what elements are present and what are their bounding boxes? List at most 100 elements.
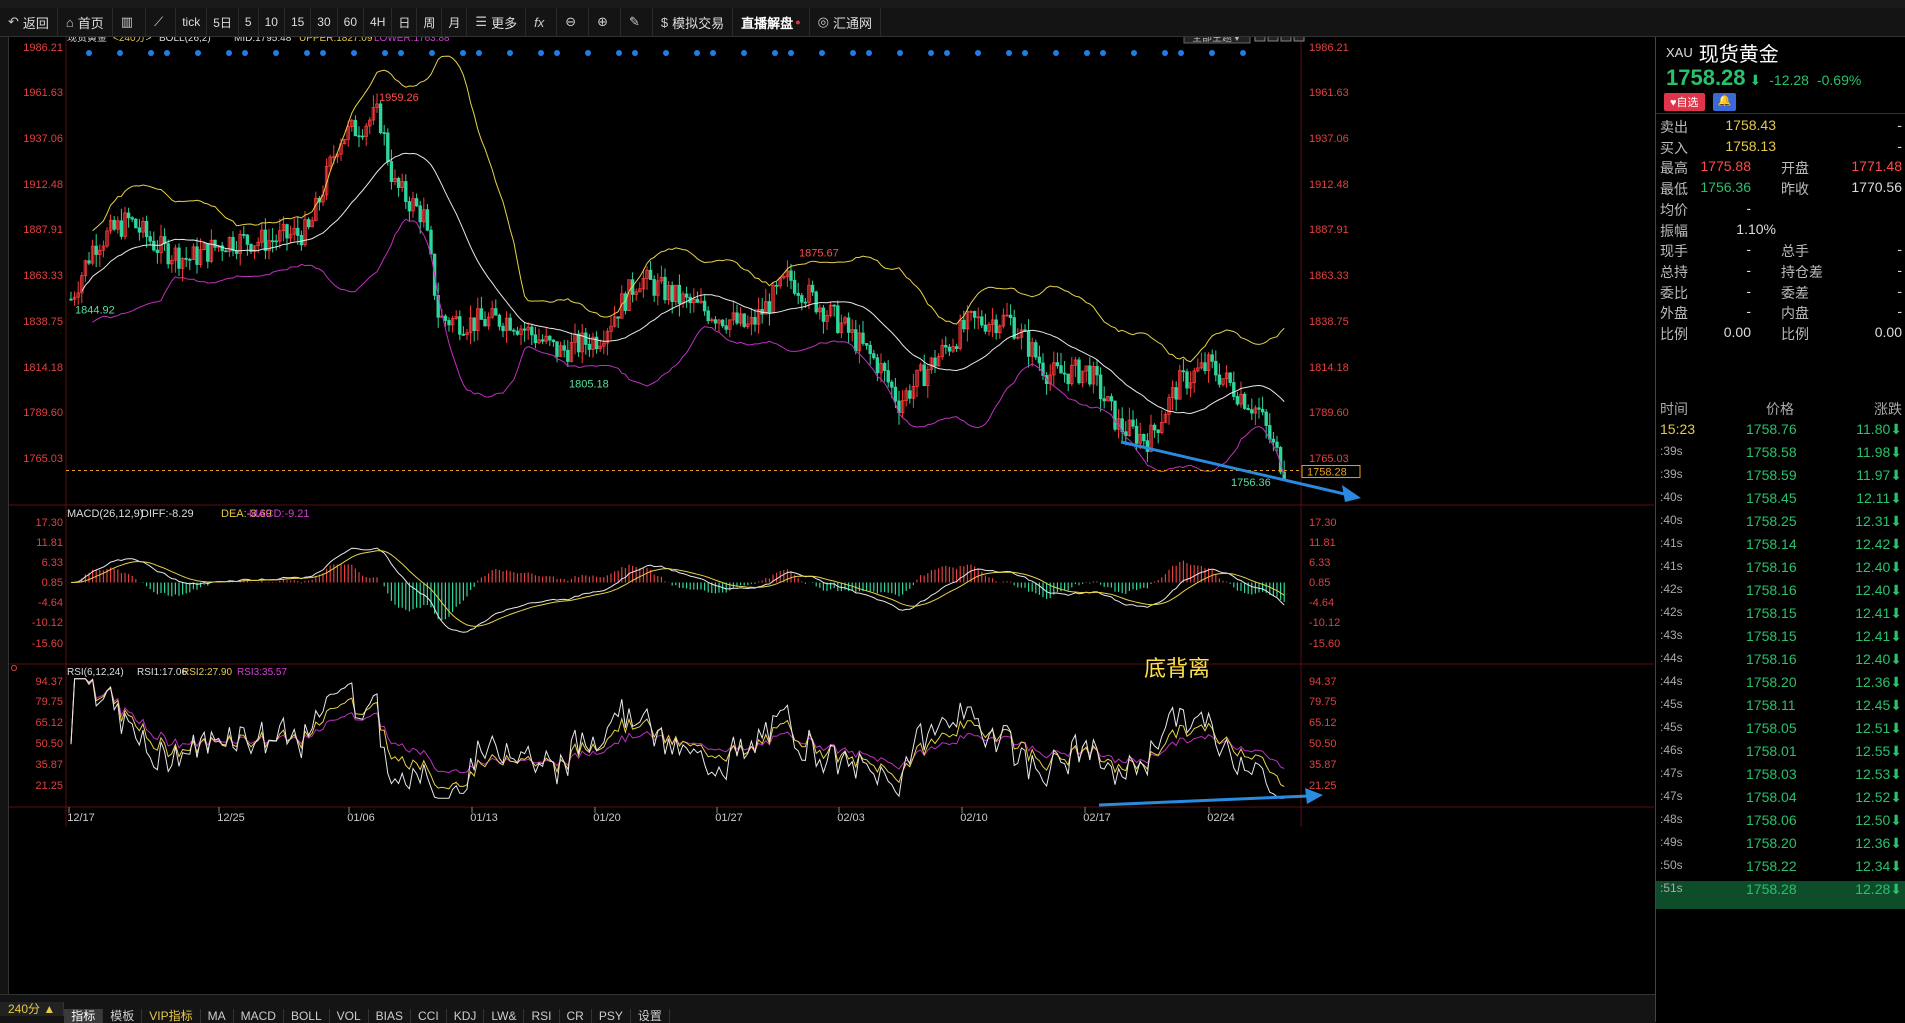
tick-price: 1758.05 (1746, 720, 1797, 736)
price-change-pct: -0.69% (1816, 72, 1862, 88)
period-10[interactable]: 10 (259, 8, 285, 36)
indicator-tab[interactable]: VOL (330, 1009, 369, 1023)
tick-change: 12.36⬇ (1855, 674, 1902, 690)
period-5day[interactable]: 5日 (207, 8, 239, 36)
sim-trade-button[interactable]: $ 模拟交易 (653, 8, 734, 36)
candle-body (803, 301, 808, 304)
candle-body (540, 339, 545, 342)
indicator-tab[interactable]: MACD (234, 1009, 284, 1023)
rsi-header: RSI2:27.90 (182, 667, 232, 678)
quote-cell: - (1746, 303, 1751, 320)
signal-dot (242, 50, 248, 56)
candle-body (245, 234, 250, 245)
formula-button[interactable]: fx (526, 8, 558, 36)
candle-body (134, 218, 138, 229)
tick-time: :40s (1660, 490, 1683, 504)
indicator-tab[interactable]: 设置 (631, 1009, 670, 1023)
candle-body (584, 332, 588, 345)
price-tick-left: 1838.75 (23, 316, 63, 328)
indicator-tab[interactable]: 指标 (64, 1009, 104, 1023)
period-30[interactable]: 30 (311, 8, 338, 36)
candle-body (353, 119, 358, 137)
fx678-button[interactable]: ◎ 汇通网 (810, 8, 881, 36)
candle-body (1134, 425, 1139, 444)
candle-body (386, 132, 390, 162)
candle-body (742, 313, 746, 327)
indicator-tab[interactable]: CR (560, 1009, 592, 1023)
indicator-tab[interactable]: BOLL (284, 1009, 330, 1023)
indicator-tab[interactable]: KDJ (447, 1009, 485, 1023)
signal-dot (164, 50, 170, 56)
tick-change: 12.36⬇ (1855, 835, 1902, 851)
panel-marker (11, 665, 17, 671)
candle-body (713, 319, 718, 324)
chart-toolbar: ↶ 返回 ⌂ 首页 ▥ ⟋ tick 5日 5 10 15 30 60 4H 日 周… (0, 8, 1905, 37)
tick-price: 1758.16 (1746, 651, 1797, 667)
candle-body (893, 386, 898, 402)
signal-dot (944, 50, 950, 56)
indicator-tab[interactable]: VIP指标 (142, 1009, 201, 1023)
zoom-in-button[interactable]: ⊕ (589, 8, 622, 36)
quote-cell: 委差 (1781, 284, 1809, 301)
chart-area[interactable]: 1986.21 1986.21 1961.63 1961.63 1937.06 1937.… (9, 30, 1654, 994)
line-type-button[interactable]: ⟋ (146, 8, 177, 36)
period-4h[interactable]: 4H (364, 8, 393, 36)
back-button[interactable]: ↶ 返回 (0, 8, 58, 36)
candle-body (1026, 330, 1031, 357)
indicator-tab[interactable]: 模板 (103, 1009, 143, 1023)
layout-icon (1254, 30, 1266, 42)
indicator-tab[interactable]: LW& (484, 1009, 525, 1023)
quote-cell: - (1897, 241, 1902, 258)
signal-dot (117, 50, 123, 56)
draw-button[interactable]: ✎ (621, 8, 653, 36)
tick-row[interactable]: :51s 1758.28 12.28⬇ (1656, 881, 1905, 909)
zoom-out-button[interactable]: ⊖ (557, 8, 590, 36)
home-button[interactable]: ⌂ 首页 (58, 8, 113, 36)
indicator-tab[interactable]: MA (201, 1009, 234, 1023)
period-month[interactable]: 月 (442, 8, 468, 36)
candle-body (821, 307, 826, 322)
indicator-tab[interactable]: RSI (524, 1009, 560, 1023)
candle-body (1217, 374, 1222, 385)
period-day[interactable]: 日 (392, 8, 418, 36)
indicator-tab[interactable]: BIAS (369, 1009, 412, 1023)
period-week[interactable]: 周 (417, 8, 443, 36)
candle-body (576, 333, 581, 353)
indicator-tab[interactable]: PSY (592, 1009, 631, 1023)
candle-body (1062, 372, 1067, 375)
period-15[interactable]: 15 (285, 8, 312, 36)
period-tick[interactable]: tick (176, 8, 208, 36)
candle-type-button[interactable]: ▥ (113, 8, 147, 36)
macd-tick-right: 0.85 (1309, 577, 1330, 589)
tick-time: :45s (1660, 720, 1683, 734)
candle-body (551, 339, 556, 343)
rsi2-line (70, 678, 1285, 790)
candle-body (800, 295, 804, 303)
period-5[interactable]: 5 (239, 8, 259, 36)
macd-tick-right: 17.30 (1309, 517, 1337, 529)
signal-dot (616, 50, 622, 56)
rsi-tick-left: 35.87 (35, 759, 63, 771)
candle-body (1142, 433, 1146, 442)
period-60[interactable]: 60 (338, 8, 365, 36)
quote-cell: 外盘 (1660, 305, 1688, 322)
tick-change: 12.45⬇ (1855, 697, 1902, 713)
candle-body (1232, 382, 1236, 397)
indicator-tab[interactable]: CCI (411, 1009, 447, 1023)
live-analysis-button[interactable]: 直播解盘 ● (733, 8, 810, 36)
period-selector[interactable]: 240分 ▲ (0, 1002, 65, 1016)
alert-bell-button[interactable]: 🔔 (1712, 93, 1737, 111)
add-favorite-button[interactable]: ♥自选 (1664, 93, 1705, 111)
rsi-tick-right: 94.37 (1309, 676, 1337, 688)
more-button[interactable]: ☰ 更多 (467, 8, 527, 36)
quote-row: 比例 0.00 比例 0.00 (1656, 324, 1905, 349)
quote-cell: 最低 (1660, 181, 1688, 198)
rsi-tick-right: 21.25 (1309, 780, 1337, 792)
candle-body (144, 220, 149, 238)
boll-header: 现货黄金 (67, 37, 107, 44)
quote-cell: 振幅 (1660, 222, 1688, 239)
candle-body (933, 357, 937, 367)
kline-chart[interactable]: 1986.21 1986.21 1961.63 1961.63 1937.06 1937.… (9, 30, 1654, 994)
macd-header: MACD(26,12,9) (67, 508, 143, 520)
quote-price-row: 1758.28 ⬇ -12.28 -0.69% (1666, 65, 1861, 91)
